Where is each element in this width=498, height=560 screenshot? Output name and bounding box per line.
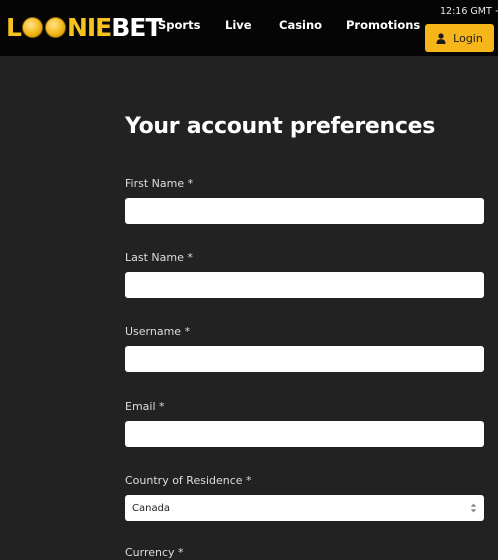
currency-label: Currency *: [125, 546, 184, 559]
email-field[interactable]: [125, 421, 484, 447]
clock-display: 12:16 GMT +: [440, 6, 498, 17]
select-arrows-icon: [470, 503, 477, 513]
country-select[interactable]: Canada: [125, 495, 484, 521]
nav-sports[interactable]: Sports: [158, 18, 200, 32]
coin-icon: [44, 16, 66, 38]
last-name-field[interactable]: [125, 272, 484, 298]
user-icon: [436, 32, 446, 44]
logo-letter-l: L: [6, 12, 22, 42]
logo-text-mid: NIE: [66, 12, 112, 42]
username-field[interactable]: [125, 346, 484, 372]
email-label: Email *: [125, 400, 165, 413]
nav-live[interactable]: Live: [225, 18, 252, 32]
last-name-label: Last Name *: [125, 251, 193, 264]
username-label: Username *: [125, 325, 191, 338]
top-header: L NIE BET Sports Live Casino Promotions …: [0, 0, 498, 56]
coin-icon: [21, 16, 43, 38]
country-label: Country of Residence *: [125, 474, 252, 487]
looniebet-logo[interactable]: L NIE BET: [6, 10, 162, 44]
country-selected-value: Canada: [132, 502, 171, 514]
nav-casino[interactable]: Casino: [279, 18, 322, 32]
logo-text-bet: BET: [111, 12, 162, 42]
nav-promotions[interactable]: Promotions: [346, 18, 420, 32]
login-button[interactable]: Login: [425, 24, 494, 52]
page-title: Your account preferences: [125, 114, 436, 139]
login-label: Login: [453, 31, 483, 45]
first-name-label: First Name *: [125, 177, 194, 190]
first-name-field[interactable]: [125, 198, 484, 224]
